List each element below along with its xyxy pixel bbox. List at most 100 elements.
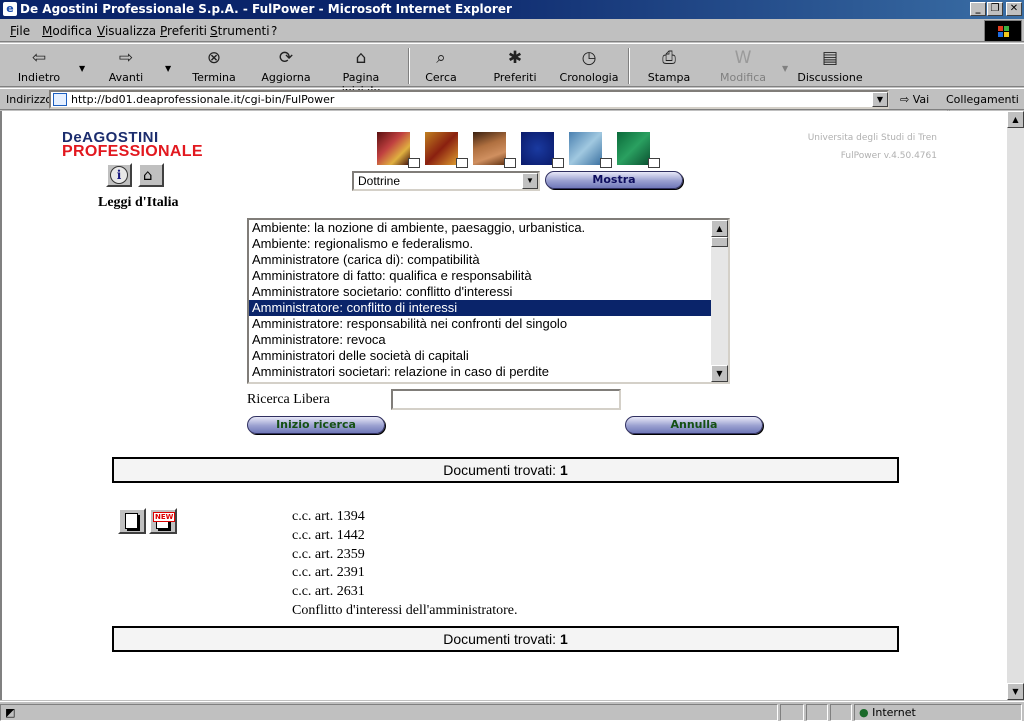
minimize-button[interactable]: _: [970, 2, 986, 16]
menu-strumenti[interactable]: Strumenti: [210, 24, 270, 38]
version-label: FulPower v.4.50.4761: [840, 151, 937, 161]
category-thumb-5[interactable]: [569, 132, 612, 168]
page-content: DeAGOSTINI PROFESSIONALE i ⌂ Leggi d'Ita…: [0, 111, 1007, 700]
documents-count: 1: [559, 631, 568, 647]
topics-listbox[interactable]: Ambiente: la nozione di ambiente, paesag…: [247, 218, 730, 384]
toolbar-separator: [628, 48, 630, 84]
category-thumb-eu-flag[interactable]: [521, 132, 564, 168]
history-icon: ◷: [581, 48, 597, 68]
ricerca-input[interactable]: [391, 389, 621, 410]
university-label: Universita degli Studi di Tren: [807, 133, 937, 143]
listbox-scroll-thumb[interactable]: [711, 237, 728, 247]
refresh-button[interactable]: ⟳ Aggiorna: [256, 46, 316, 86]
scroll-down-icon[interactable]: ▼: [711, 365, 728, 382]
menu-preferiti[interactable]: Preferiti: [160, 24, 207, 38]
scroll-up-icon[interactable]: ▲: [711, 220, 728, 237]
back-arrow-icon: ⇦: [31, 48, 47, 68]
listbox-scrollbar[interactable]: ▲ ▼: [711, 220, 728, 382]
edit-dropdown-icon: ▼: [782, 64, 789, 73]
ricerca-label: Ricerca Libera: [247, 392, 330, 407]
result-line: c.c. art. 2359: [292, 546, 365, 562]
menu-modifica[interactable]: Modifica: [42, 24, 92, 38]
stop-button[interactable]: ⊗ Termina: [186, 46, 242, 86]
list-item[interactable]: Amministratori delle società di capitali: [249, 348, 728, 364]
stop-icon: ⊗: [206, 48, 222, 68]
navigation-toolbar: ⇦ Indietro ▼ ⇨ Avanti ▼ ⊗ Termina ⟳ Aggi…: [0, 43, 1024, 97]
category-select[interactable]: Dottrine ▼: [352, 171, 540, 191]
search-icon: ⌕: [436, 48, 446, 68]
result-details[interactable]: c.c. art. 1394 c.c. art. 1442 c.c. art. …: [292, 508, 518, 621]
discussion-icon: ▤: [821, 48, 839, 68]
maximize-button[interactable]: ❐: [987, 2, 1003, 16]
status-bar: ◩ ● Internet: [0, 701, 1024, 721]
cancel-button[interactable]: Annulla: [625, 416, 763, 434]
home-page-button[interactable]: ⌂: [138, 163, 164, 187]
close-button[interactable]: ✕: [1006, 2, 1022, 16]
category-thumb-6[interactable]: [617, 132, 660, 168]
list-item[interactable]: Amministratori societari: relazione in c…: [249, 364, 728, 380]
print-button[interactable]: ⎙ Stampa: [640, 46, 698, 86]
address-dropdown-icon[interactable]: ▼: [872, 92, 888, 107]
start-search-button[interactable]: Inizio ricerca: [247, 416, 385, 434]
status-text: ◩: [0, 704, 778, 721]
menu-bar: File Modifica Visualizza Preferiti Strum…: [0, 20, 1024, 42]
menu-visualizza[interactable]: Visualizza: [97, 24, 156, 38]
discuss-button[interactable]: ▤ Discussione: [796, 46, 864, 86]
printer-icon: ⎙: [662, 48, 676, 68]
list-item[interactable]: Amministratore: revoca: [249, 332, 728, 348]
menu-file[interactable]: File: [10, 24, 30, 38]
result-line: c.c. art. 2631: [292, 584, 365, 600]
deagostini-logo[interactable]: DeAGOSTINI PROFESSIONALE: [62, 130, 203, 160]
address-input[interactable]: http://bd01.deaprofessionale.it/cgi-bin/…: [49, 90, 889, 109]
status-cell: [780, 704, 804, 721]
documents-count: 1: [559, 462, 568, 478]
favorites-folder-icon: ✱: [507, 48, 523, 68]
home-button[interactable]: ⌂ Pagina iniziale: [322, 46, 400, 97]
list-item[interactable]: Amministratore di fatto: qualifica e res…: [249, 268, 728, 284]
list-item[interactable]: Amministratore: conflitto di interessi: [249, 300, 728, 316]
documents-found-bar: Documenti trovati: 1: [112, 457, 899, 483]
favorites-button[interactable]: ✱ Preferiti: [488, 46, 542, 86]
search-button[interactable]: ⌕ Cerca: [416, 46, 466, 86]
forward-button[interactable]: ⇨ Avanti: [96, 46, 156, 86]
category-thumb-3[interactable]: [473, 132, 516, 168]
toolbar-separator: [408, 48, 410, 84]
house-icon: ⌂: [143, 166, 153, 184]
new-document-button[interactable]: NEW: [149, 508, 177, 534]
list-item[interactable]: Ambiente: regionalismo e federalismo.: [249, 236, 728, 252]
menu-help[interactable]: ?: [271, 24, 277, 38]
chevron-down-icon[interactable]: ▼: [522, 173, 538, 189]
document-icon: [125, 513, 138, 529]
home-icon: ⌂: [355, 48, 367, 68]
info-icon: i: [110, 166, 128, 184]
open-document-button[interactable]: [118, 508, 146, 534]
page-scroll-up-icon[interactable]: ▲: [1007, 111, 1024, 128]
page-scroll-down-icon[interactable]: ▼: [1007, 683, 1024, 700]
edit-button: W Modifica: [720, 48, 766, 84]
zone-indicator: ● Internet: [854, 704, 1022, 721]
category-thumb-2[interactable]: [425, 132, 468, 168]
go-button[interactable]: ⇨ Vai: [900, 93, 929, 106]
forward-arrow-icon: ⇨: [118, 48, 134, 68]
refresh-icon: ⟳: [278, 48, 294, 68]
ie-window-icon[interactable]: e: [3, 2, 17, 16]
windows-logo-icon: [984, 20, 1022, 42]
back-dropdown-icon[interactable]: ▼: [79, 64, 85, 73]
address-bar: Indirizzo http://bd01.deaprofessionale.i…: [0, 88, 1024, 119]
category-thumb-1[interactable]: [377, 132, 420, 168]
status-cell: [806, 704, 828, 721]
forward-dropdown-icon[interactable]: ▼: [165, 64, 171, 73]
info-button[interactable]: i: [106, 163, 132, 187]
list-item[interactable]: Ambiente: la nozione di ambiente, paesag…: [249, 220, 728, 236]
window-title-bar: e De Agostini Professionale S.p.A. - Ful…: [0, 0, 1024, 19]
mostra-button[interactable]: Mostra: [545, 171, 683, 189]
list-item[interactable]: Amministratore: responsabilità nei confr…: [249, 316, 728, 332]
section-title: Leggi d'Italia: [98, 195, 179, 210]
status-cell: [830, 704, 852, 721]
history-button[interactable]: ◷ Cronologia: [558, 46, 620, 86]
list-item[interactable]: Amministratore societario: conflitto d'i…: [249, 284, 728, 300]
back-button[interactable]: ⇦ Indietro: [10, 46, 68, 86]
result-line: c.c. art. 2391: [292, 565, 365, 581]
list-item[interactable]: Amministratore (carica di): compatibilit…: [249, 252, 728, 268]
page-scrollbar[interactable]: ▲ ▼: [1007, 111, 1024, 700]
